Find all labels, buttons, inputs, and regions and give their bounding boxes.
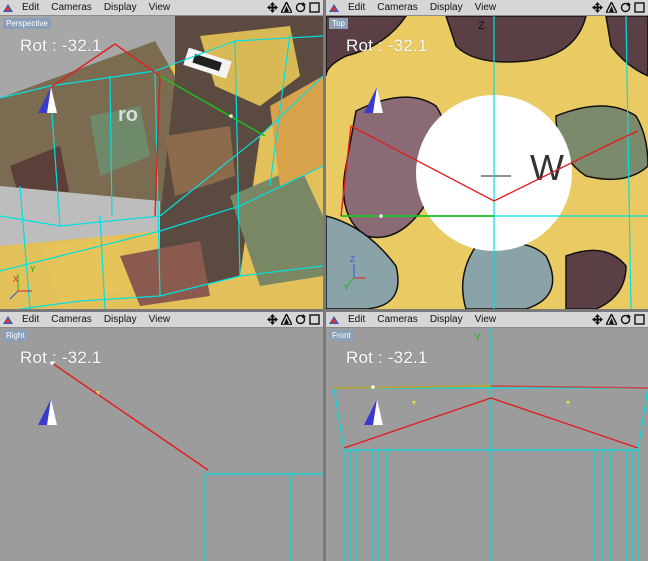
- menu-edit[interactable]: Edit: [342, 314, 371, 325]
- move-arrows-icon[interactable]: [591, 2, 603, 14]
- rotation-readout: Rot : -32.1: [346, 348, 428, 367]
- menu-display[interactable]: Display: [424, 314, 469, 325]
- maximize-icon[interactable]: [308, 2, 320, 14]
- nav-controls: [591, 2, 648, 14]
- front-menubar: Edit Cameras Display View: [326, 312, 648, 328]
- nav-controls: [266, 314, 323, 326]
- camera-cone-icon: [38, 399, 57, 425]
- move-arrows-icon[interactable]: [266, 2, 278, 14]
- rotate-icon[interactable]: [619, 2, 631, 14]
- svg-text:Y: Y: [344, 283, 350, 292]
- top-menubar: Edit Cameras Display View: [326, 0, 648, 16]
- svg-text:ro: ro: [118, 104, 138, 126]
- menu-display[interactable]: Display: [98, 2, 143, 13]
- menu-edit[interactable]: Edit: [16, 314, 45, 325]
- menu-cameras[interactable]: Cameras: [45, 314, 98, 325]
- camera-cone-icon: [364, 87, 383, 113]
- viewport-perspective[interactable]: ro Y X Edit Cameras Display View Perspec…: [0, 0, 323, 309]
- viewport-top[interactable]: W Z Y Edit Cameras Display View Top Rot …: [326, 0, 648, 309]
- wings3d-logo-icon[interactable]: [326, 0, 342, 16]
- right-menubar: Edit Cameras Display View: [0, 312, 323, 328]
- wings3d-logo-icon[interactable]: [326, 312, 342, 328]
- zoom-triangle-icon[interactable]: [605, 314, 617, 326]
- rotation-readout: Rot : -32.1: [20, 36, 102, 55]
- menu-cameras[interactable]: Cameras: [371, 314, 424, 325]
- viewport-label-right: Right: [3, 330, 28, 341]
- wings3d-logo-icon[interactable]: [0, 0, 16, 16]
- svg-text:X: X: [13, 275, 19, 284]
- top-scene[interactable]: W Z Y: [326, 16, 648, 309]
- zoom-triangle-icon[interactable]: [280, 314, 292, 326]
- maximize-icon[interactable]: [633, 314, 645, 326]
- decal-letter: W: [530, 147, 564, 188]
- menu-edit[interactable]: Edit: [342, 2, 371, 13]
- menu-display[interactable]: Display: [424, 2, 469, 13]
- maximize-icon[interactable]: [633, 2, 645, 14]
- viewport-label-top: Top: [329, 18, 348, 29]
- perspective-menubar: Edit Cameras Display View: [0, 0, 323, 16]
- menu-edit[interactable]: Edit: [16, 2, 45, 13]
- rotate-icon[interactable]: [294, 314, 306, 326]
- svg-text:Z: Z: [350, 255, 355, 264]
- menu-cameras[interactable]: Cameras: [371, 2, 424, 13]
- menu-display[interactable]: Display: [98, 314, 143, 325]
- nav-controls: [591, 314, 648, 326]
- zoom-triangle-icon[interactable]: [605, 2, 617, 14]
- rotation-readout: Rot : -32.1: [20, 348, 102, 367]
- rotation-readout: Rot : -32.1: [346, 36, 428, 55]
- viewport-front[interactable]: Edit Cameras Display View Front Rot : -3…: [326, 312, 648, 561]
- rotate-icon[interactable]: [619, 314, 631, 326]
- zoom-triangle-icon[interactable]: [280, 2, 292, 14]
- axis-label-y: Y: [474, 332, 482, 344]
- rotate-icon[interactable]: [294, 2, 306, 14]
- menu-view[interactable]: View: [469, 314, 503, 325]
- axis-label-z: Z: [478, 20, 485, 32]
- wings3d-logo-icon[interactable]: [0, 312, 16, 328]
- camera-cone-icon: [38, 87, 57, 113]
- viewport-label-perspective: Perspective: [3, 18, 51, 29]
- viewport-right[interactable]: Edit Cameras Display View Right Rot : -3…: [0, 312, 323, 561]
- nav-controls: [266, 2, 323, 14]
- perspective-scene[interactable]: ro Y X: [0, 16, 323, 309]
- viewport-label-front: Front: [329, 330, 354, 341]
- menu-view[interactable]: View: [143, 2, 177, 13]
- move-arrows-icon[interactable]: [266, 314, 278, 326]
- menu-view[interactable]: View: [469, 2, 503, 13]
- move-arrows-icon[interactable]: [591, 314, 603, 326]
- svg-text:Y: Y: [30, 265, 36, 274]
- menu-view[interactable]: View: [143, 314, 177, 325]
- camera-cone-icon: [364, 399, 383, 425]
- menu-cameras[interactable]: Cameras: [45, 2, 98, 13]
- maximize-icon[interactable]: [308, 314, 320, 326]
